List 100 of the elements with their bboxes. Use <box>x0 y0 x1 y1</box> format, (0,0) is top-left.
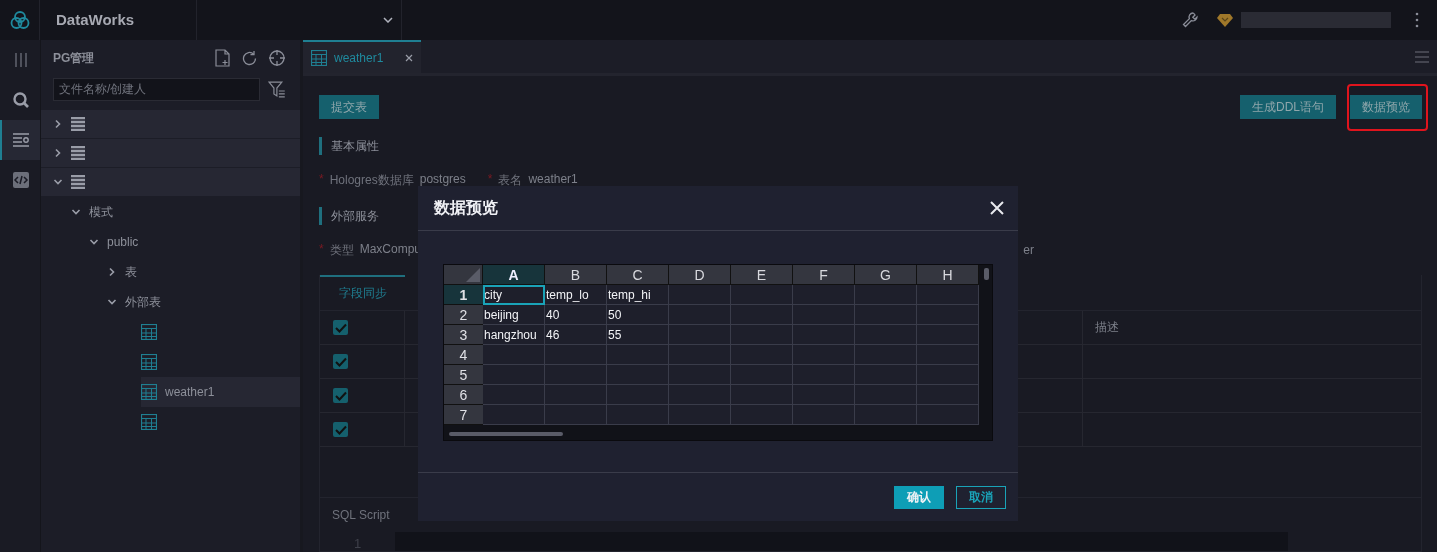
table-cell[interactable] <box>731 405 793 425</box>
scrollbar[interactable] <box>449 432 563 436</box>
table-cell[interactable] <box>607 365 669 385</box>
table-cell[interactable] <box>917 345 979 365</box>
table-cell[interactable] <box>669 285 731 305</box>
table-cell[interactable] <box>731 305 793 325</box>
table-cell[interactable]: 55 <box>607 325 669 345</box>
table-cell[interactable] <box>731 325 793 345</box>
table-cell[interactable] <box>483 345 545 365</box>
table-cell[interactable] <box>483 385 545 405</box>
table-cell[interactable] <box>483 405 545 425</box>
wrench-icon[interactable] <box>1181 11 1199 29</box>
table-cell[interactable] <box>917 385 979 405</box>
table-cell[interactable] <box>917 305 979 325</box>
table-cell[interactable] <box>731 365 793 385</box>
tree-item[interactable] <box>41 168 300 196</box>
refresh-icon[interactable] <box>241 49 258 67</box>
row-header[interactable]: 1 <box>444 285 483 305</box>
table-cell[interactable]: temp_hi <box>607 285 669 305</box>
tree-item[interactable]: 模式 <box>41 197 300 227</box>
row-header[interactable]: 5 <box>444 365 483 385</box>
table-cell[interactable] <box>669 385 731 405</box>
new-file-icon[interactable] <box>215 49 231 67</box>
table-cell[interactable] <box>669 345 731 365</box>
checkbox[interactable] <box>333 320 348 335</box>
table-cell[interactable] <box>855 405 917 425</box>
search-field[interactable]: 文件名称/创建人 <box>53 77 261 101</box>
table-cell[interactable]: 50 <box>607 305 669 325</box>
menu-icon[interactable] <box>1415 50 1429 63</box>
close-icon[interactable] <box>405 53 413 62</box>
row-header[interactable]: 6 <box>444 385 483 405</box>
table-cell[interactable] <box>855 285 917 305</box>
table-cell[interactable] <box>545 345 607 365</box>
table-cell[interactable] <box>731 385 793 405</box>
column-header[interactable]: D <box>669 265 731 285</box>
database-icon <box>71 146 85 160</box>
checkbox[interactable] <box>333 388 348 403</box>
table-cell[interactable] <box>545 385 607 405</box>
table-cell[interactable] <box>607 345 669 365</box>
table-cell[interactable] <box>793 405 855 425</box>
table-cell[interactable] <box>793 365 855 385</box>
checkbox[interactable] <box>333 422 348 437</box>
search-icon <box>12 91 30 109</box>
table-cell[interactable]: 40 <box>545 305 607 325</box>
column-header[interactable]: H <box>917 265 979 285</box>
column-header[interactable]: F <box>793 265 855 285</box>
table-cell[interactable] <box>917 405 979 425</box>
table-cell[interactable]: beijing <box>483 305 545 325</box>
tree-item[interactable]: 外部表 <box>41 287 300 317</box>
tree-item[interactable]: 表 <box>41 257 300 287</box>
table-cell[interactable] <box>855 385 917 405</box>
column-header[interactable]: A <box>483 265 545 285</box>
table-cell[interactable] <box>917 365 979 385</box>
filter-icon[interactable] <box>268 80 286 98</box>
table-cell[interactable] <box>793 305 855 325</box>
locate-icon[interactable] <box>268 49 286 67</box>
table-cell[interactable] <box>607 405 669 425</box>
table-cell[interactable] <box>731 285 793 305</box>
corner-cell[interactable] <box>444 265 483 285</box>
table-cell[interactable] <box>793 285 855 305</box>
table-cell[interactable] <box>669 365 731 385</box>
row-header[interactable]: 7 <box>444 405 483 425</box>
column-header[interactable]: G <box>855 265 917 285</box>
table-cell[interactable] <box>731 345 793 365</box>
column-header: 描述 <box>1094 319 1120 336</box>
table-cell[interactable]: temp_lo <box>545 285 607 305</box>
table-cell[interactable] <box>917 285 979 305</box>
more-icon[interactable] <box>1415 12 1419 28</box>
row-header[interactable]: 2 <box>444 305 483 325</box>
table-cell[interactable] <box>669 305 731 325</box>
table-cell[interactable] <box>855 305 917 325</box>
table-cell[interactable] <box>669 405 731 425</box>
table-cell[interactable] <box>855 365 917 385</box>
table-cell[interactable]: city <box>483 285 545 305</box>
table-cell[interactable] <box>545 405 607 425</box>
table-cell[interactable] <box>855 325 917 345</box>
scrollbar[interactable] <box>984 268 989 280</box>
row-header[interactable]: 4 <box>444 345 483 365</box>
table-cell[interactable] <box>793 345 855 365</box>
table-cell[interactable]: hangzhou <box>483 325 545 345</box>
table-cell[interactable]: 46 <box>545 325 607 345</box>
cancel-button[interactable]: 取消 <box>956 485 1006 509</box>
checkbox[interactable] <box>333 354 348 369</box>
tree-item[interactable]: public <box>41 227 300 257</box>
table-cell[interactable] <box>607 385 669 405</box>
tree-item[interactable]: weather1 <box>141 377 300 407</box>
column-header[interactable]: B <box>545 265 607 285</box>
table-cell[interactable] <box>483 365 545 385</box>
column-header[interactable]: E <box>731 265 793 285</box>
table-cell[interactable] <box>917 325 979 345</box>
file-tab[interactable]: weather1 <box>303 40 421 73</box>
table-cell[interactable] <box>669 325 731 345</box>
column-header[interactable]: C <box>607 265 669 285</box>
table-cell[interactable] <box>793 325 855 345</box>
table-cell[interactable] <box>793 385 855 405</box>
rail-list-button[interactable] <box>0 120 40 160</box>
table-cell[interactable] <box>545 365 607 385</box>
table-cell[interactable] <box>855 345 917 365</box>
row-header[interactable]: 3 <box>444 325 483 345</box>
panel-tab[interactable]: 字段同步 <box>320 275 405 310</box>
